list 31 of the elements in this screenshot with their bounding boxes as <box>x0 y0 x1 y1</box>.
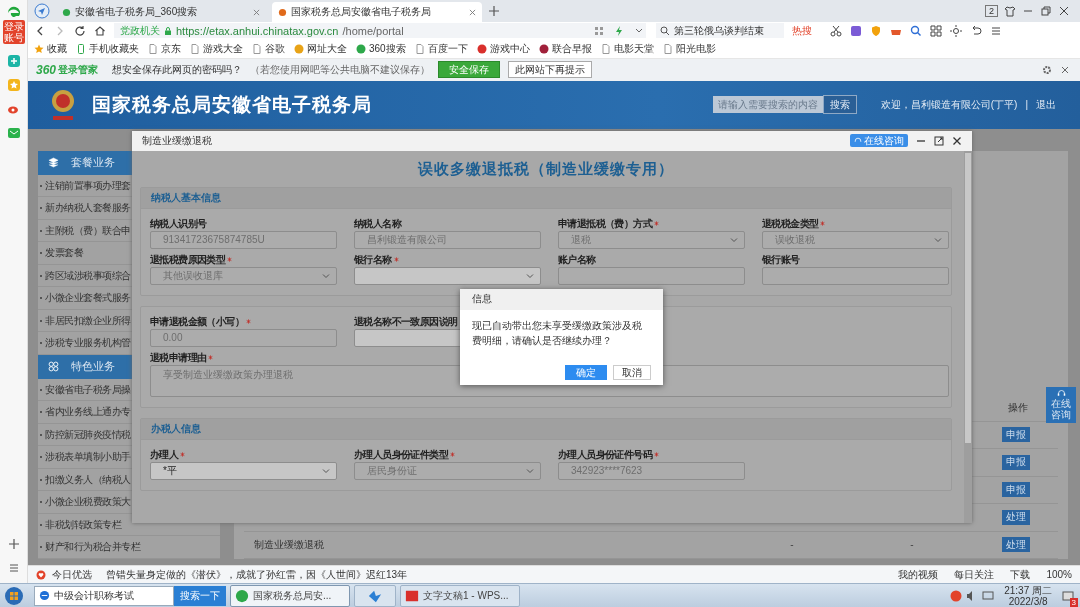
field-label: 办理人员身份证件号码 <box>558 447 652 462</box>
field-label: 纳税人名称 <box>354 216 401 231</box>
field-label: 退税税金类型 <box>762 216 819 231</box>
field-label: 申请退抵税（费）方式 <box>558 216 652 231</box>
field-label: 纳税人识别号 <box>150 216 207 231</box>
field-label: 退税名称不一致原因说明 <box>354 314 458 329</box>
form-heading: 误收多缴退抵税（制造业缓缴专用） <box>416 158 675 179</box>
welcome-text: 欢迎，昌利锻造有限公司(丁平) <box>880 97 1018 112</box>
brand-name: 登录管家 <box>58 62 99 77</box>
field-label: 退抵税费原因类型 <box>150 252 226 267</box>
field-label: 办理人员身份证件类型 <box>354 447 448 462</box>
dialog-title: 信息 <box>472 292 492 307</box>
dialog-message: 现已自动带出您未享受缓缴政策涉及税费明细，请确认是否继续办理？ <box>471 318 643 348</box>
brand-logo: 360 <box>36 62 57 77</box>
section-title: 纳税人基本信息 <box>151 190 221 205</box>
modal-title: 制造业缓缴退税 <box>142 133 212 148</box>
section-title: 办税人信息 <box>151 421 201 436</box>
table-cell: 制造业缓缴退税 <box>254 537 324 552</box>
separator: | <box>1025 99 1028 111</box>
field-label: 办理人 <box>150 447 179 462</box>
field-label: 银行账号 <box>762 252 800 267</box>
field-label: 申请退税金额（小写） <box>150 314 244 329</box>
table-cell-text: - <box>789 539 795 551</box>
save-prompt: 想安全保存此网页的密码吗？ <box>112 62 243 77</box>
notification-badge: 3 <box>1069 597 1078 607</box>
column-header: 操作 <box>1008 400 1028 415</box>
field-label: 账户名称 <box>558 252 596 267</box>
field-label: 银行名称 <box>354 252 392 267</box>
site-title: 国家税务总局安徽省电子税务局 <box>92 92 372 117</box>
save-hint: （若您使用网吧等公共电脑不建议保存） <box>250 62 431 77</box>
table-cell-text: - <box>909 539 915 551</box>
